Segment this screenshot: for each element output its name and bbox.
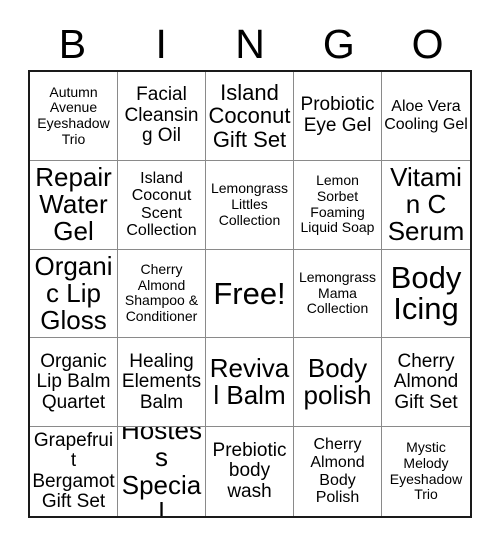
- free-space-label: Free!: [213, 275, 286, 311]
- bingo-cell-label: Probiotic Eye Gel: [300, 94, 375, 136]
- bingo-header: B I N G O: [28, 18, 472, 70]
- bingo-cell-label: Lemongrass Littles Collection: [210, 180, 289, 228]
- bingo-cell-g5[interactable]: Cherry Almond Body Polish: [294, 427, 382, 516]
- bingo-cell-o4[interactable]: Cherry Almond Gift Set: [382, 338, 470, 428]
- bingo-cell-b1[interactable]: Autumn Avenue Eyeshadow Trio: [30, 72, 118, 161]
- bingo-cell-n2[interactable]: Lemongrass Littles Collection: [206, 160, 294, 250]
- bingo-cell-g2[interactable]: Lemon Sorbet Foaming Liquid Soap: [294, 160, 382, 250]
- bingo-cell-label: Grapefruit Bergamot Gift Set: [32, 429, 115, 513]
- bingo-cell-label: Body polish: [303, 352, 372, 411]
- bingo-cell-o5[interactable]: Mystic Melody Eyeshadow Trio: [382, 427, 470, 516]
- bingo-cell-label: Autumn Avenue Eyeshadow Trio: [37, 83, 110, 147]
- bingo-cell-label: Organic Lip Balm Quartet: [36, 350, 111, 413]
- bingo-cell-label: Revival Balm: [209, 352, 290, 411]
- bingo-cell-b5[interactable]: Grapefruit Bergamot Gift Set: [30, 427, 118, 516]
- bingo-cell-n1[interactable]: Island Coconut Gift Set: [206, 72, 294, 161]
- bingo-cell-label: Organic Lip Gloss: [34, 250, 113, 336]
- bingo-cell-label: Hostess Special: [121, 427, 202, 516]
- bingo-cell-label: Prebiotic body wash: [212, 439, 287, 502]
- bingo-cell-i2[interactable]: Island Coconut Scent Collection: [118, 160, 206, 250]
- bingo-cell-o3[interactable]: Body Icing: [382, 249, 470, 339]
- bingo-cell-label: Vitamin C Serum: [387, 161, 465, 247]
- bingo-cell-label: Lemon Sorbet Foaming Liquid Soap: [300, 172, 375, 236]
- bingo-cell-i3[interactable]: Cherry Almond Shampoo & Conditioner: [118, 249, 206, 339]
- bingo-cell-i4[interactable]: Healing Elements Balm: [118, 338, 206, 428]
- bingo-cell-label: Mystic Melody Eyeshadow Trio: [389, 439, 463, 503]
- bingo-cell-label: Island Coconut Scent Collection: [126, 169, 197, 240]
- bingo-grid: Autumn Avenue Eyeshadow Trio Facial Clea…: [28, 70, 472, 518]
- bingo-cell-label: Repair Water Gel: [35, 161, 112, 247]
- header-letter-n: N: [235, 21, 265, 67]
- bingo-cell-free-space[interactable]: Free!: [206, 249, 294, 339]
- bingo-cell-b2[interactable]: Repair Water Gel: [30, 160, 118, 250]
- header-letter-i: I: [155, 21, 167, 67]
- bingo-cell-label: Cherry Almond Shampoo & Conditioner: [124, 261, 199, 325]
- bingo-cell-i1[interactable]: Facial Cleansing Oil: [118, 72, 206, 161]
- bingo-cell-g4[interactable]: Body polish: [294, 338, 382, 428]
- header-letter-b: B: [58, 21, 87, 67]
- bingo-cell-label: Body Icing: [390, 260, 462, 327]
- bingo-cell-g3[interactable]: Lemongrass Mama Collection: [294, 249, 382, 339]
- bingo-cell-n4[interactable]: Revival Balm: [206, 338, 294, 428]
- header-letter-g: G: [322, 21, 355, 67]
- bingo-cell-label: Aloe Vera Cooling Gel: [384, 98, 468, 133]
- bingo-cell-g1[interactable]: Probiotic Eye Gel: [294, 72, 382, 161]
- bingo-cell-o1[interactable]: Aloe Vera Cooling Gel: [382, 72, 470, 161]
- bingo-cell-b3[interactable]: Organic Lip Gloss: [30, 249, 118, 339]
- bingo-cell-o2[interactable]: Vitamin C Serum: [382, 160, 470, 250]
- bingo-cell-label: Healing Elements Balm: [121, 350, 202, 413]
- bingo-cell-label: Cherry Almond Body Polish: [310, 436, 365, 507]
- bingo-cell-label: Cherry Almond Gift Set: [393, 350, 459, 413]
- bingo-cell-label: Lemongrass Mama Collection: [298, 268, 377, 317]
- bingo-card: B I N G O Autumn Avenue Eyeshadow Trio F…: [0, 0, 500, 544]
- header-letter-o: O: [411, 21, 444, 67]
- bingo-cell-label: Island Coconut Gift Set: [208, 79, 291, 152]
- bingo-cell-n5[interactable]: Prebiotic body wash: [206, 427, 294, 516]
- bingo-cell-b4[interactable]: Organic Lip Balm Quartet: [30, 338, 118, 428]
- bingo-cell-label: Facial Cleansing Oil: [124, 84, 199, 147]
- bingo-cell-i5[interactable]: Hostess Special: [118, 427, 206, 516]
